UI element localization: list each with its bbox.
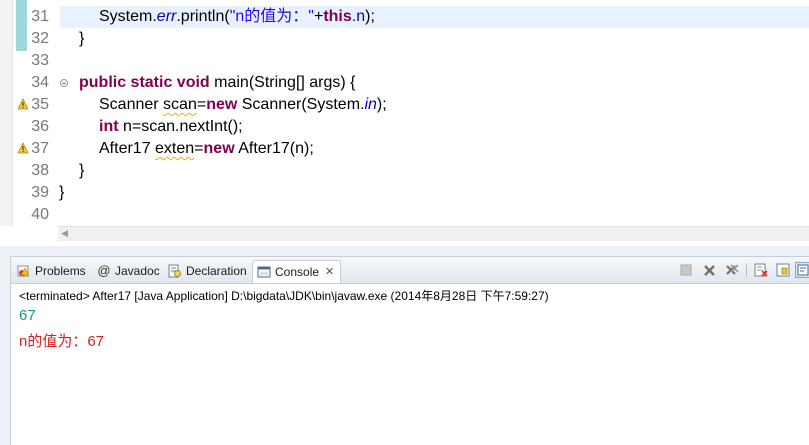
code-token: n=scan.nextInt();	[118, 118, 243, 135]
tab-console[interactable]: Console ✕	[252, 260, 342, 283]
scroll-lock-icon[interactable]	[775, 262, 791, 278]
code-keyword: public static void	[79, 74, 210, 91]
tab-label: Problems	[35, 264, 86, 278]
code-token: .println(	[176, 8, 230, 25]
line-number: 36	[31, 118, 49, 135]
warning-icon[interactable]	[17, 98, 29, 110]
code-token: main(String[] args) {	[209, 74, 356, 91]
view-tab-bar: Problems @ Javadoc Declaration Console ✕	[11, 257, 809, 284]
code-token: +	[313, 8, 324, 25]
tab-label: Console	[275, 265, 320, 279]
console-icon	[257, 266, 271, 278]
line-number-gutter: 31 32 33 34 35 36 37 38 39 40	[12, 0, 68, 230]
line-number: 40	[31, 206, 49, 223]
console-error-line: n的值为：67	[19, 333, 105, 350]
code-keyword: new	[206, 96, 238, 113]
console-view: Problems @ Javadoc Declaration Console ✕…	[10, 256, 809, 445]
code-token: err	[156, 8, 177, 25]
remove-launch-icon[interactable]	[701, 262, 717, 278]
problems-icon	[17, 265, 30, 277]
horizontal-scrollbar[interactable]: ◀	[58, 226, 809, 241]
code-token: =	[196, 96, 207, 113]
code-keyword: this	[323, 8, 352, 25]
code-token: Scanner(System.	[237, 96, 365, 113]
code-token: .n	[351, 8, 366, 25]
declaration-icon	[168, 264, 181, 278]
line-number: 33	[31, 52, 49, 69]
code-line: After17 exten=new After17(n);	[99, 138, 314, 160]
code-token: After17	[99, 140, 156, 157]
code-token: Scanner	[99, 96, 164, 113]
code-line: public static void main(String[] args) {	[79, 72, 356, 94]
code-token: scan	[163, 96, 197, 113]
code-token: in	[364, 96, 377, 113]
warning-icon[interactable]	[17, 142, 29, 154]
code-keyword: int	[99, 118, 119, 135]
tab-declaration[interactable]: Declaration	[168, 260, 247, 282]
word-wrap-icon[interactable]	[795, 262, 809, 278]
code-line: }	[79, 30, 85, 47]
console-status-text: <terminated> After17 [Java Application] …	[19, 289, 549, 303]
code-string: "n的值为："	[229, 8, 314, 25]
tab-problems[interactable]: Problems	[17, 260, 86, 282]
code-keyword: new	[203, 140, 235, 157]
code-line: int n=scan.nextInt();	[99, 116, 243, 138]
close-icon[interactable]: ✕	[325, 261, 334, 283]
clear-console-icon[interactable]	[753, 262, 769, 278]
code-token: );	[365, 8, 375, 25]
code-line: Scanner scan=new Scanner(System.in);	[99, 94, 387, 116]
scroll-left-icon[interactable]: ◀	[61, 228, 68, 239]
code-line: System.err.println("n的值为："+this.n);	[99, 6, 375, 28]
code-line: }	[59, 184, 65, 201]
code-token: =	[194, 140, 204, 157]
code-token: exten	[155, 140, 195, 157]
console-output-line: 67	[19, 307, 36, 324]
line-number: 38	[31, 162, 49, 179]
line-number: 34	[31, 74, 49, 91]
fold-toggle-icon[interactable]	[60, 79, 68, 87]
tab-label: Declaration	[186, 264, 247, 278]
code-line: }	[79, 162, 85, 179]
line-number: 32	[31, 30, 49, 47]
tab-javadoc[interactable]: @ Javadoc	[97, 260, 160, 282]
code-token: );	[376, 96, 387, 113]
toolbar-separator	[746, 263, 747, 277]
tab-label: Javadoc	[115, 264, 160, 278]
code-editor[interactable]: 31 32 33 34 35 36 37 38 39 40 System.err…	[0, 0, 809, 246]
remove-all-terminated-icon[interactable]	[724, 262, 740, 278]
at-icon: @	[97, 263, 111, 278]
line-number: 39	[31, 184, 49, 201]
code-token: System.	[99, 8, 157, 25]
code-token: After17(n);	[234, 140, 314, 157]
line-number: 31	[31, 8, 49, 25]
terminate-icon[interactable]	[678, 262, 694, 278]
